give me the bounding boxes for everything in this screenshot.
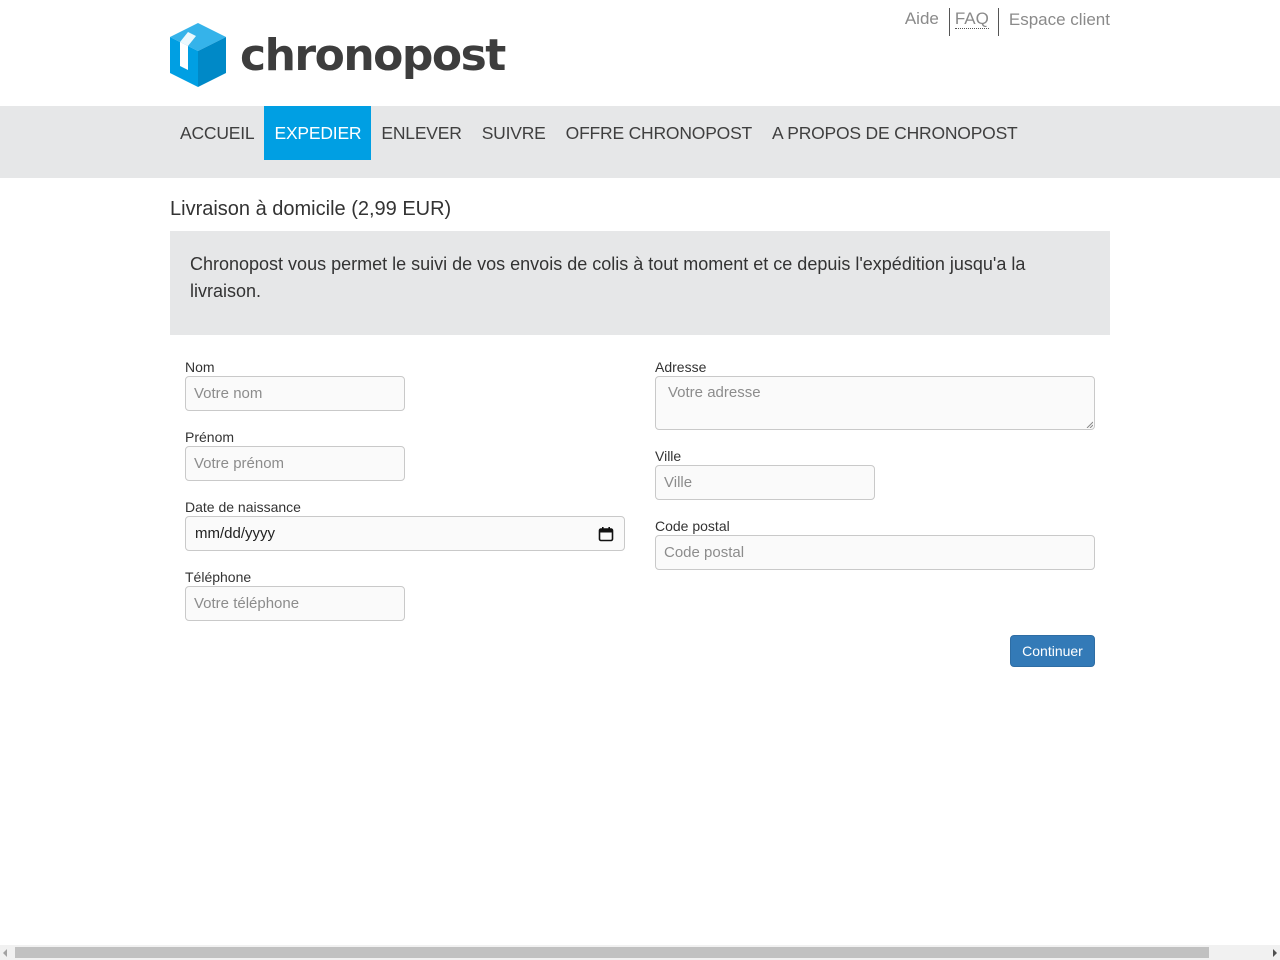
ville-input[interactable] [655, 465, 875, 500]
page-title: Livraison à domicile (2,99 EUR) [170, 198, 452, 220]
date-naissance-placeholder: mm/dd/yyyy [195, 525, 276, 542]
nav-item-a-propos[interactable]: A PROPOS DE CHRONOPOST [762, 106, 1028, 160]
nav-item-enlever[interactable]: ENLEVER [371, 106, 471, 160]
telephone-field-group: Téléphone [185, 569, 405, 621]
espace-client-link[interactable]: Espace client [997, 8, 1110, 36]
code-postal-input[interactable] [655, 535, 1095, 570]
horizontal-scrollbar[interactable] [0, 945, 1280, 960]
nav-item-offre-chronopost[interactable]: OFFRE CHRONOPOST [556, 106, 762, 160]
scroll-left-arrow-icon[interactable] [3, 949, 7, 957]
continuer-button[interactable]: Continuer [1010, 635, 1095, 667]
nom-input[interactable] [185, 376, 405, 411]
nav-item-suivre[interactable]: SUIVRE [472, 106, 556, 160]
faq-link-label: FAQ [954, 9, 989, 29]
main-navbar: ACCUEIL EXPEDIER ENLEVER SUIVRE OFFRE CH… [0, 106, 1280, 178]
resize-grip-icon[interactable] [1086, 421, 1093, 428]
parcel-box-logo-icon [170, 23, 226, 87]
info-box: Chronopost vous permet le suivi de vos e… [170, 231, 1110, 335]
ville-field-group: Ville [655, 448, 875, 500]
nom-field-group: Nom [185, 359, 405, 411]
prenom-input[interactable] [185, 446, 405, 481]
main-nav: ACCUEIL EXPEDIER ENLEVER SUIVRE OFFRE CH… [170, 106, 1028, 160]
date-naissance-field-group: Date de naissance mm/dd/yyyy [185, 499, 625, 551]
adresse-field-group: Adresse [655, 359, 1095, 430]
date-naissance-input[interactable]: mm/dd/yyyy [185, 516, 625, 551]
faq-link[interactable]: FAQ [948, 8, 998, 36]
telephone-label: Téléphone [185, 569, 252, 585]
chronopost-logo[interactable]: chronopost [170, 22, 506, 88]
nav-item-expedier[interactable]: EXPEDIER [264, 106, 372, 160]
code-postal-field-group: Code postal [655, 518, 1095, 570]
telephone-input[interactable] [185, 586, 405, 621]
adresse-textarea[interactable] [655, 376, 1095, 430]
top-links: Aide FAQ Espace client [905, 8, 1110, 36]
calendar-icon[interactable] [598, 526, 614, 542]
scrollbar-thumb[interactable] [15, 947, 1209, 958]
site-header: chronopost Aide FAQ Espace client [0, 0, 1280, 106]
brand-name: chronopost [240, 30, 506, 81]
adresse-wrapper [655, 376, 1095, 430]
nav-item-accueil[interactable]: ACCUEIL [170, 106, 264, 160]
aide-link[interactable]: Aide [905, 8, 949, 29]
prenom-label: Prénom [185, 429, 235, 445]
prenom-field-group: Prénom [185, 429, 405, 481]
scroll-right-arrow-icon[interactable] [1273, 949, 1277, 957]
ville-label: Ville [655, 448, 682, 464]
date-naissance-label: Date de naissance [185, 499, 301, 515]
code-postal-label: Code postal [655, 518, 730, 534]
adresse-label: Adresse [655, 359, 707, 375]
nom-label: Nom [185, 359, 215, 375]
